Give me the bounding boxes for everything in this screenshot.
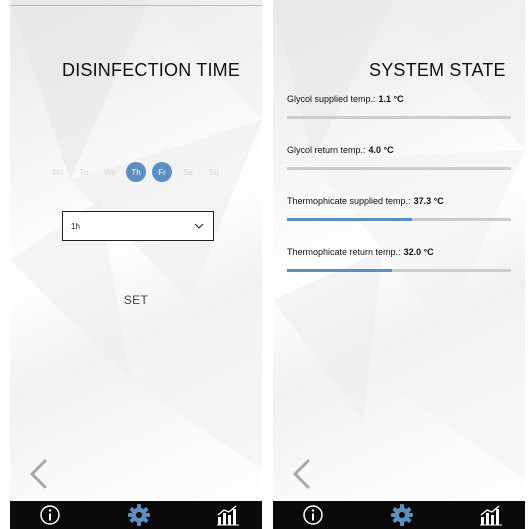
state-item-thermophicate-return: Thermophicate return temp.: 32.0 °C [287, 247, 511, 298]
page-title: SYSTEM STATE [369, 60, 506, 80]
day-mo[interactable]: Mo [48, 162, 68, 182]
gear-icon[interactable] [127, 503, 151, 527]
gear-icon[interactable] [390, 503, 414, 527]
app-canvas: DISINFECTION TIME Mo Tu We Th Fr Sa Su 1… [0, 0, 529, 529]
page-title: DISINFECTION TIME [62, 60, 241, 80]
day-we[interactable]: We [100, 162, 120, 182]
state-value: 37.3 °C [413, 196, 444, 206]
day-fr[interactable]: Fr [152, 162, 172, 182]
chevron-left-icon[interactable] [27, 458, 49, 490]
state-value: 32.0 °C [403, 247, 434, 257]
time-select-value: 1h [71, 221, 80, 231]
chart-icon[interactable] [479, 503, 503, 527]
state-item-thermophicate-supplied: Thermophicate supplied temp.: 37.3 °C [287, 196, 511, 247]
day-su[interactable]: Su [204, 162, 224, 182]
day-th[interactable]: Th [126, 162, 146, 182]
progress-track [287, 218, 511, 221]
state-label: Glycol return temp.: [287, 145, 366, 155]
state-item-glycol-return: Glycol return temp.: 4.0 °C [287, 145, 511, 196]
state-value: 1.1 °C [378, 94, 404, 104]
chevron-down-icon [193, 220, 205, 232]
set-button[interactable]: SET [10, 293, 262, 307]
bottom-navigation [10, 501, 262, 529]
info-icon[interactable] [38, 503, 62, 527]
state-item-glycol-supplied: Glycol supplied temp.: 1.1 °C [287, 94, 511, 145]
info-icon[interactable] [301, 503, 325, 527]
disinfection-time-screen: DISINFECTION TIME Mo Tu We Th Fr Sa Su 1… [10, 0, 262, 529]
chevron-left-icon[interactable] [290, 458, 312, 490]
state-list: Glycol supplied temp.: 1.1 °C Glycol retu… [287, 94, 511, 298]
progress-fill [287, 269, 393, 272]
progress-track [287, 269, 511, 272]
progress-track [287, 116, 511, 119]
progress-track [287, 167, 511, 170]
top-divider [10, 5, 262, 6]
day-selector: Mo Tu We Th Fr Sa Su [48, 162, 224, 182]
day-sa[interactable]: Sa [178, 162, 198, 182]
state-value: 4.0 °C [368, 145, 394, 155]
bottom-navigation [273, 501, 525, 529]
system-state-screen: SYSTEM STATE Glycol supplied temp.: 1.1 °… [273, 0, 525, 529]
progress-fill [287, 218, 413, 221]
day-tu[interactable]: Tu [74, 162, 94, 182]
state-label: Glycol supplied temp.: [287, 94, 376, 104]
state-label: Thermophicate return temp.: [287, 247, 401, 257]
chart-icon[interactable] [216, 503, 240, 527]
state-label: Thermophicate supplied temp.: [287, 196, 411, 206]
time-select[interactable]: 1h [62, 211, 214, 241]
